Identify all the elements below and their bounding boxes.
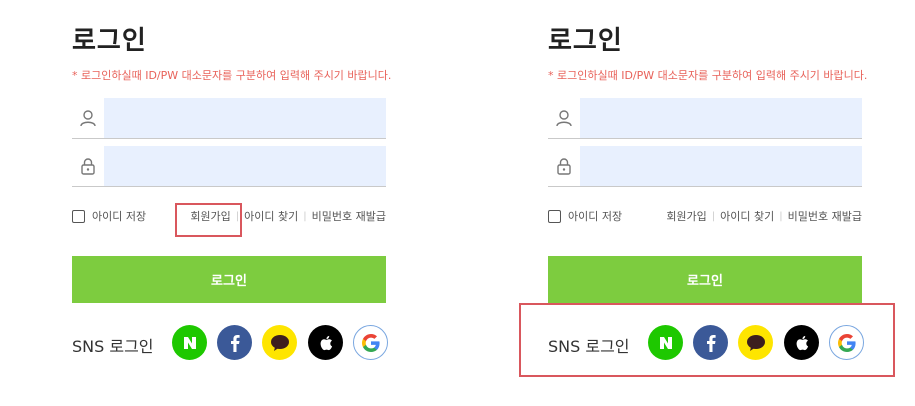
remember-id-label: 아이디 저장 [92,210,147,223]
reset-password-link[interactable]: 비밀번호 재발급 [312,208,386,224]
link-divider: | [779,210,783,222]
facebook-icon [230,334,240,352]
find-id-link[interactable]: 아이디 찾기 [720,208,774,224]
remember-id[interactable]: 아이디 저장 [548,208,622,224]
id-input[interactable] [580,98,862,138]
signup-highlight-box [175,203,242,237]
facebook-login-button[interactable] [217,325,252,360]
login-button[interactable]: 로그인 [548,256,862,303]
google-icon [361,333,380,352]
login-button[interactable]: 로그인 [72,256,386,303]
sns-login-label: SNS 로그인 [72,337,154,356]
id-input[interactable] [104,98,386,138]
link-divider: | [711,210,716,222]
id-field [548,98,862,139]
password-field [548,146,862,187]
remember-id-checkbox[interactable] [72,209,85,223]
remember-id-label: 아이디 저장 [568,210,623,223]
password-input[interactable] [104,146,386,186]
lock-icon [72,146,104,186]
find-id-link[interactable]: 아이디 찾기 [244,208,298,224]
remember-id-checkbox[interactable] [548,209,561,223]
id-field [72,98,386,139]
naver-login-button[interactable] [172,325,207,360]
link-divider: | [303,210,307,222]
kakao-login-button[interactable] [262,325,297,360]
user-icon [72,98,104,138]
signup-link[interactable]: 회원가입 [666,208,706,224]
naver-icon [183,336,196,349]
login-options: 아이디 저장 회원가입 | 아이디 찾기 | 비밀번호 재발급 [548,208,862,228]
password-field [72,146,386,187]
user-icon [548,98,580,138]
apple-login-button[interactable] [308,325,343,360]
reset-password-link[interactable]: 비밀번호 재발급 [788,208,862,224]
lock-icon [548,146,580,186]
google-login-button[interactable] [353,325,388,360]
account-links: 회원가입 | 아이디 찾기 | 비밀번호 재발급 [666,208,862,224]
case-sensitivity-notice: * 로그인하실때 ID/PW 대소문자를 구분하여 입력해 주시기 바랍니다. [72,69,392,82]
remember-id[interactable]: 아이디 저장 [72,208,146,224]
case-sensitivity-notice: * 로그인하실때 ID/PW 대소문자를 구분하여 입력해 주시기 바랍니다. [548,69,868,82]
password-input[interactable] [580,146,862,186]
sns-login: SNS 로그인 [72,325,392,361]
page-title: 로그인 [72,26,147,56]
page-title: 로그인 [548,26,623,56]
sns-login-highlight-box [519,303,895,377]
kakao-icon [270,334,289,351]
apple-icon [320,335,332,350]
